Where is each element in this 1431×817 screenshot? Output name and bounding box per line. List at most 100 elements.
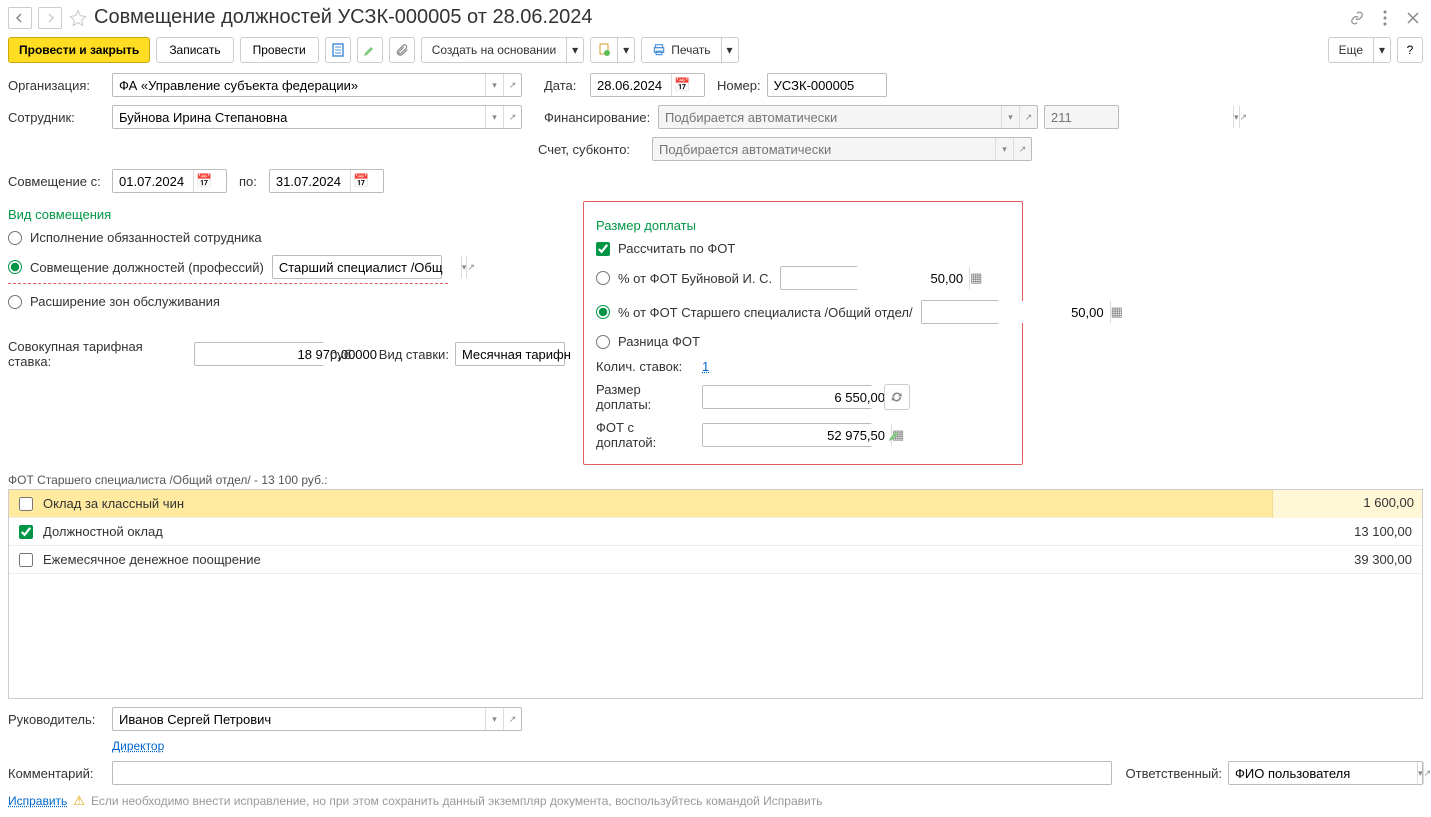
write-button[interactable]: Записать	[156, 37, 233, 63]
pct-position-text[interactable]	[922, 301, 1110, 323]
comment-input[interactable]	[112, 761, 1112, 785]
fincode-field-text[interactable]	[1045, 106, 1233, 128]
org-label: Организация:	[8, 78, 106, 93]
finance-field-text[interactable]	[659, 106, 1001, 128]
nav-forward-button[interactable]	[38, 7, 62, 29]
radio-pct-employee[interactable]	[596, 271, 610, 285]
link-split-button[interactable]: ▾	[590, 37, 635, 63]
open-icon[interactable]: ↗	[1013, 138, 1031, 160]
calendar-icon[interactable]: 📅	[350, 170, 372, 192]
manager-position-link[interactable]: Директор	[112, 739, 164, 753]
surcharge-input[interactable]: ▦	[702, 385, 872, 409]
radio-diff[interactable]	[596, 335, 610, 349]
account-field-text[interactable]	[653, 138, 995, 160]
calc-fot-checkbox[interactable]	[596, 242, 610, 256]
manager-input[interactable]: ▾ ↗	[112, 707, 522, 731]
responsible-text[interactable]	[1229, 762, 1417, 784]
date-field-text[interactable]	[591, 74, 671, 96]
date-input[interactable]: 📅	[590, 73, 705, 97]
link-icon[interactable]	[1347, 8, 1367, 28]
pct-position-input[interactable]: ▦	[921, 300, 999, 324]
attach-icon-button[interactable]	[389, 37, 415, 63]
comment-text[interactable]	[113, 762, 1111, 784]
dropdown-arrow-icon[interactable]: ▾	[1001, 106, 1019, 128]
fincode-input[interactable]: ▾ ↗	[1044, 105, 1119, 129]
radio-zones[interactable]	[8, 295, 22, 309]
post-button[interactable]: Провести	[240, 37, 319, 63]
table-row[interactable]: Оклад за классный чин 1 600,00	[9, 490, 1422, 518]
stake-count-link[interactable]: 1	[702, 359, 709, 374]
from-date-input[interactable]: 📅	[112, 169, 227, 193]
table-row[interactable]: Ежемесячное денежное поощрение 39 300,00	[9, 546, 1422, 574]
fix-link[interactable]: Исправить	[8, 794, 67, 808]
calculator-icon[interactable]: ▦	[969, 267, 982, 289]
radio-diff-label: Разница ФОТ	[618, 334, 700, 349]
radio-combination[interactable]	[8, 260, 22, 274]
employee-field-text[interactable]	[113, 106, 485, 128]
open-icon[interactable]: ↗	[466, 256, 475, 278]
account-input[interactable]: ▾ ↗	[652, 137, 1032, 161]
calendar-icon[interactable]: 📅	[671, 74, 693, 96]
row-checkbox[interactable]	[19, 553, 33, 567]
fot-plus-text[interactable]	[703, 424, 891, 446]
to-date-text[interactable]	[270, 170, 350, 192]
dropdown-arrow-icon[interactable]: ▾	[722, 38, 738, 62]
dropdown-arrow-icon[interactable]: ▾	[567, 38, 583, 62]
radio-duties[interactable]	[8, 231, 22, 245]
create-based-on-button[interactable]: Создать на основании ▾	[421, 37, 585, 63]
calculator-icon[interactable]: ▦	[1110, 301, 1123, 323]
dropdown-arrow-icon[interactable]: ▾	[485, 74, 503, 96]
open-icon[interactable]: ↗	[503, 74, 521, 96]
radio-pct-position[interactable]	[596, 305, 610, 319]
refresh-button[interactable]	[884, 384, 910, 410]
open-icon[interactable]: ↗	[503, 106, 521, 128]
row-value: 1 600,00	[1272, 490, 1422, 518]
open-icon[interactable]: ↗	[1423, 762, 1431, 784]
calendar-icon[interactable]: 📅	[193, 170, 215, 192]
org-input[interactable]: ▾ ↗	[112, 73, 522, 97]
from-date-text[interactable]	[113, 170, 193, 192]
more-button[interactable]: Еще ▾	[1328, 37, 1391, 63]
nav-back-button[interactable]	[8, 7, 32, 29]
position-field-text[interactable]	[273, 256, 461, 278]
finance-input[interactable]: ▾ ↗	[658, 105, 1038, 129]
surcharge-text[interactable]	[703, 386, 891, 408]
position-input[interactable]: ▾ ↗	[272, 255, 442, 279]
manager-text[interactable]	[113, 708, 485, 730]
org-field-text[interactable]	[113, 74, 485, 96]
print-button[interactable]: Печать ▾	[641, 37, 738, 63]
responsible-input[interactable]: ▾ ↗	[1228, 761, 1423, 785]
dropdown-arrow-icon[interactable]: ▾	[485, 708, 503, 730]
dropdown-arrow-icon[interactable]: ▾	[995, 138, 1013, 160]
fot-plus-input[interactable]: ▦	[702, 423, 872, 447]
row-checkbox[interactable]	[19, 497, 33, 511]
post-and-close-button[interactable]: Провести и закрыть	[8, 37, 150, 63]
number-field-text[interactable]	[768, 74, 956, 96]
pct-employee-text[interactable]	[781, 267, 969, 289]
open-icon[interactable]: ↗	[503, 708, 521, 730]
report-icon-button[interactable]	[325, 37, 351, 63]
employee-input[interactable]: ▾ ↗	[112, 105, 522, 129]
to-date-input[interactable]: 📅	[269, 169, 384, 193]
favorite-star-icon[interactable]	[68, 8, 88, 28]
pencil-icon[interactable]	[888, 428, 902, 442]
highlight-icon-button[interactable]	[357, 37, 383, 63]
dropdown-arrow-icon[interactable]: ▾	[618, 38, 634, 62]
dropdown-arrow-icon[interactable]: ▾	[485, 106, 503, 128]
table-row[interactable]: Должностной оклад 13 100,00	[9, 518, 1422, 546]
close-icon[interactable]	[1403, 8, 1423, 28]
rate-total-input[interactable]	[194, 342, 324, 366]
kebab-menu-icon[interactable]	[1375, 8, 1395, 28]
number-input[interactable]	[767, 73, 887, 97]
rate-total-text[interactable]	[195, 343, 383, 365]
surcharge-box: Размер доплаты Рассчитать по ФОТ % от ФО…	[583, 201, 1023, 465]
pct-employee-input[interactable]: ▦	[780, 266, 858, 290]
dropdown-arrow-icon[interactable]: ▾	[1374, 38, 1390, 62]
rate-type-input[interactable]	[455, 342, 565, 366]
help-button[interactable]: ?	[1397, 37, 1423, 63]
date-label: Дата:	[544, 78, 584, 93]
accruals-table: Оклад за классный чин 1 600,00 Должностн…	[8, 489, 1423, 699]
open-icon[interactable]: ↗	[1239, 106, 1248, 128]
open-icon[interactable]: ↗	[1019, 106, 1037, 128]
row-checkbox[interactable]	[19, 525, 33, 539]
